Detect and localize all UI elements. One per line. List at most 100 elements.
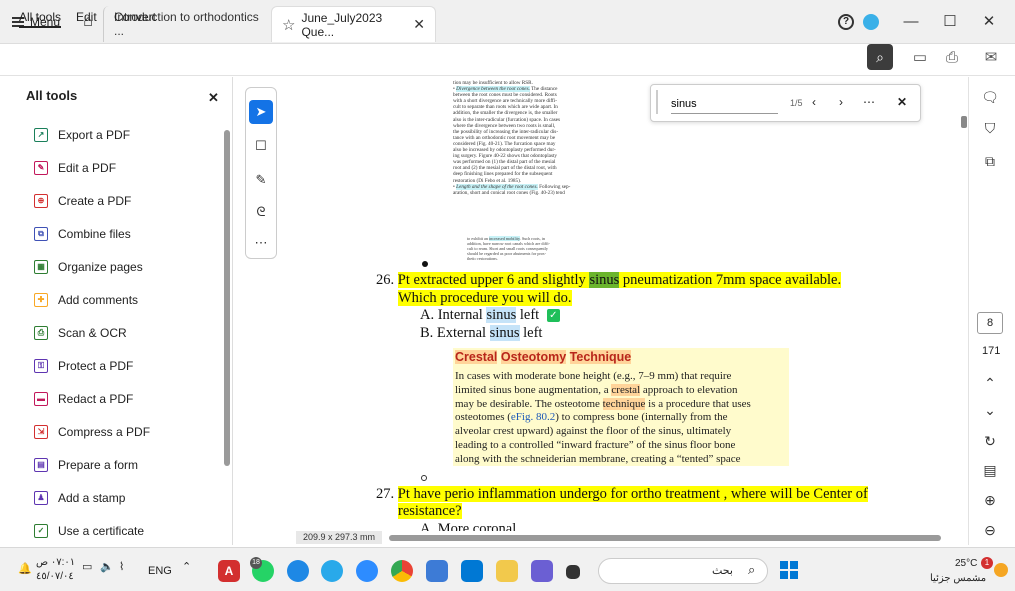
question-number: 26. (376, 272, 395, 288)
document-view[interactable] (278, 77, 958, 545)
edge-app-icon[interactable] (287, 560, 309, 582)
current-page-input[interactable]: 8 (977, 312, 1003, 334)
tool-label: Prepare a form (58, 458, 139, 472)
horizontal-scrollbar[interactable] (389, 535, 941, 541)
tool-item[interactable]: ⚿ Protect a PDF (34, 354, 133, 378)
volume-icon[interactable]: 🔈 (100, 560, 114, 573)
tool-item[interactable]: ⎙ Scan & OCR (34, 321, 127, 345)
bullet-marker (422, 261, 428, 267)
figure-link[interactable]: eFig. 80.2 (511, 411, 555, 423)
tool-label: Add comments (58, 293, 139, 307)
question-text: Pt extracted upper 6 and slightly sinus … (397, 272, 842, 288)
question-text: Which procedure you will do. (398, 290, 572, 306)
weather-temp[interactable]: 25°C (955, 558, 977, 569)
panel-scrollbar[interactable] (224, 130, 230, 466)
page-down-icon[interactable]: ⌄ (980, 400, 1000, 420)
tool-item[interactable]: ✓ Use a certificate (34, 519, 144, 543)
email-icon[interactable]: ✉ (981, 48, 1001, 68)
bookmark-icon[interactable]: ⛉ (980, 118, 1000, 138)
tool-item[interactable]: ⊕ Create a PDF (34, 189, 131, 213)
tool-item[interactable]: ↗ Export a PDF (34, 123, 130, 147)
body-text: may be desirable. The osteotome (455, 397, 603, 410)
file-explorer-icon[interactable] (496, 560, 518, 582)
weather-desc[interactable]: مشمس جزئيا (930, 573, 986, 584)
tool-item[interactable]: ⧉ Combine files (34, 222, 131, 246)
print-icon[interactable]: ⎙ (942, 48, 962, 68)
menu-convert[interactable]: Convert (114, 6, 156, 28)
select-cursor-icon[interactable]: ➤ (249, 100, 273, 124)
highlight-pen-icon[interactable]: ✎ (251, 170, 271, 190)
search-match: technique (602, 397, 646, 410)
add-comment-icon[interactable]: ☐ (251, 136, 271, 156)
store-app-icon[interactable] (461, 560, 483, 582)
body-text: limited sinus bone augmentation, a (455, 383, 612, 396)
teams-app-icon[interactable] (531, 560, 553, 582)
tool-label: Combine files (58, 227, 131, 241)
search-icon[interactable]: ⌕ (867, 44, 893, 70)
search-placeholder: بحث (712, 565, 733, 577)
title-word: Technique (569, 350, 632, 364)
menu-all-tools[interactable]: All tools (19, 6, 62, 28)
zoom-out-icon[interactable]: ⊖ (980, 520, 1000, 540)
menu-edit[interactable]: Edit (76, 6, 97, 28)
mail-app-icon[interactable] (426, 560, 448, 582)
tool-item[interactable]: ▦ Organize pages (34, 255, 143, 279)
search-icon: ⌕ (748, 562, 756, 577)
taskbar-search-box[interactable] (598, 558, 768, 584)
chrome-app-icon[interactable] (391, 560, 413, 582)
checkmark-icon: ✓ (546, 309, 560, 323)
tool-item[interactable]: ▬ Redact a PDF (34, 387, 133, 411)
zoom-app-icon[interactable] (356, 560, 378, 582)
search-match-current: sinus (589, 272, 620, 288)
previous-result-icon[interactable]: ‹ (812, 95, 816, 109)
body-text: approach to elevation (640, 383, 738, 396)
maximize-button[interactable]: ☐ (938, 10, 962, 34)
language-indicator[interactable]: ENG (148, 565, 172, 577)
taskview-icon[interactable] (566, 565, 580, 579)
refresh-icon[interactable]: ↻ (980, 431, 1000, 451)
option-a: A. More coronal (420, 521, 517, 531)
body-line: In cases with moderate bone height (e.g.… (455, 370, 732, 382)
tool-item[interactable]: ♟ Add a stamp (34, 486, 125, 510)
more-tools-icon[interactable]: ⋯ (251, 233, 271, 253)
close-panel-icon[interactable]: ✕ (208, 90, 219, 106)
tab-june-july[interactable]: ☆ June_July2023 Que... ✕ (271, 6, 436, 42)
clock-time[interactable]: ٠٧:٠١ ص (36, 557, 75, 568)
wifi-icon[interactable]: ⌇ (119, 560, 124, 573)
acrobat-app-icon[interactable]: A (218, 560, 240, 582)
save-icon[interactable]: ▭ (910, 48, 930, 68)
start-menu-icon[interactable] (780, 561, 798, 579)
tool-label: Create a PDF (58, 194, 132, 208)
minimize-button[interactable]: — (899, 10, 923, 34)
vertical-scrollbar[interactable] (961, 116, 967, 128)
tool-item[interactable]: ✚ Add comments (34, 288, 138, 312)
telegram-app-icon[interactable] (321, 560, 343, 582)
close-tab-icon[interactable]: ✕ (413, 16, 425, 33)
battery-icon[interactable]: ▭ (82, 560, 92, 573)
next-result-icon[interactable]: › (839, 95, 843, 109)
close-find-icon[interactable]: ✕ (897, 95, 907, 109)
protect-pdf-icon: ⚿ (34, 359, 48, 373)
zoom-in-icon[interactable]: ⊕ (980, 490, 1000, 510)
clock-date[interactable]: ٤٥/٠٧/٠٤ (36, 571, 74, 582)
hollow-bullet-marker (421, 475, 427, 481)
draw-freehand-icon[interactable]: ᘓ (251, 202, 271, 222)
profile-icon[interactable] (863, 14, 879, 30)
tool-item[interactable]: ✎ Edit a PDF (34, 156, 116, 180)
body-line: limited sinus bone augmentation, a crest… (455, 383, 795, 398)
combine-files-icon: ⧉ (34, 227, 48, 241)
comment-icon[interactable]: 🗨 (980, 87, 1000, 107)
find-input[interactable] (671, 94, 778, 114)
notification-bell-icon[interactable]: 🔔 (18, 562, 32, 575)
save-file-icon[interactable]: ▤ (980, 460, 1000, 480)
help-icon[interactable]: ? (838, 14, 854, 30)
tray-expand-icon[interactable]: ⌃ (182, 560, 191, 573)
tool-label: Use a certificate (58, 524, 145, 538)
pages-icon[interactable]: ⧉ (980, 151, 1000, 171)
star-icon[interactable]: ☆ (282, 16, 295, 34)
close-window-button[interactable]: ✕ (977, 10, 1001, 34)
more-options-icon[interactable]: ⋯ (863, 95, 875, 109)
page-up-icon[interactable]: ⌃ (980, 373, 1000, 393)
tool-item[interactable]: ⇲ Compress a PDF (34, 420, 150, 444)
tool-item[interactable]: ▤ Prepare a form (34, 453, 138, 477)
